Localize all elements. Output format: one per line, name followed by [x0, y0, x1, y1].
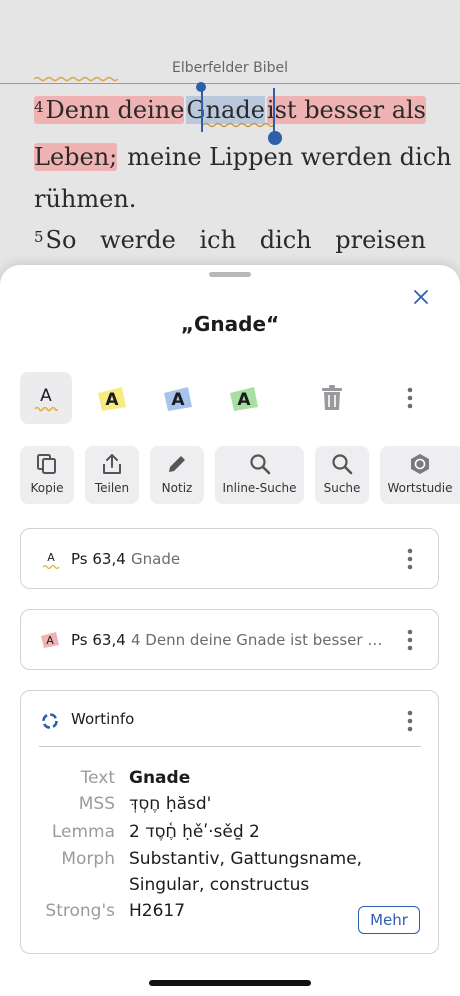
highlight-green-icon: A: [230, 387, 258, 411]
underline-squiggle: [203, 122, 273, 128]
pencil-icon: [169, 456, 185, 472]
search-icon: [332, 454, 353, 475]
verse-number: 4: [34, 98, 44, 116]
bible-reader: Elberfelder Bibel 4Denn deine Gnade ist …: [0, 0, 460, 300]
annotation-card-underline[interactable]: A Ps 63,4 Gnade: [20, 528, 439, 589]
wortinfo-value: Substantiv, Gattungsname,: [129, 849, 363, 869]
wortinfo-label: Strong's: [45, 901, 115, 921]
wortinfo-label: Text: [80, 768, 115, 788]
wortinfo-value: H2617: [129, 901, 186, 921]
wortinfo-value: Singular, constructus: [129, 875, 310, 895]
highlight-yellow-icon: A: [98, 387, 126, 411]
more-vertical-icon: [407, 387, 413, 409]
highlight-blue-button[interactable]: A: [152, 372, 204, 424]
bible-title: Elberfelder Bibel: [171, 60, 288, 76]
wortinfo-label: MSS: [78, 794, 115, 814]
wortinfo-divider: [39, 746, 421, 747]
close-icon[interactable]: [410, 286, 432, 308]
underline-a-icon: A: [42, 551, 60, 570]
wortinfo-title: Wortinfo: [71, 710, 135, 728]
copy-button[interactable]: Kopie: [20, 446, 74, 504]
annotation-card-highlight[interactable]: A Ps 63,4 4 Denn deine Gnade ist besser …: [20, 609, 439, 670]
underline-squiggle: [34, 76, 118, 82]
wortinfo-label: Lemma: [51, 822, 115, 842]
wortinfo-card: Wortinfo Text Gnade MSS חֶסְדְּ ḥăsd' Le…: [20, 690, 439, 954]
svg-text:A: A: [46, 634, 54, 647]
selection-start-handle[interactable]: [196, 82, 206, 92]
more-vertical-icon[interactable]: [407, 710, 413, 732]
wortinfo-value: 2 חֶ֫סֶד ḥěʹ·sěḏ 2: [129, 822, 260, 842]
title-divider: [0, 83, 460, 84]
card-snippet: Gnade: [131, 550, 181, 568]
highlight-green-button[interactable]: A: [218, 372, 270, 424]
verse-5-line-1[interactable]: 5So werde ich dich preisen: [34, 226, 426, 254]
underline-a-icon: A: [34, 386, 58, 412]
svg-text:A: A: [40, 386, 52, 406]
wortinfo-label: Morph: [61, 849, 115, 869]
card-snippet: 4 Denn deine Gnade ist besser a…: [131, 631, 385, 649]
more-button[interactable]: Mehr: [358, 906, 420, 934]
card-reference: Ps 63,4: [71, 550, 126, 568]
wortinfo-value: חֶסְדְּ ḥăsd': [129, 794, 212, 814]
note-button[interactable]: Notiz: [150, 446, 204, 504]
svg-text:A: A: [171, 390, 185, 410]
highlight-red-icon: A: [41, 632, 59, 648]
word-study-icon: [411, 454, 429, 474]
underline-style-button[interactable]: A: [20, 372, 72, 424]
card-reference: Ps 63,4: [71, 631, 126, 649]
word-study-button[interactable]: Wortstudie: [380, 446, 460, 504]
sheet-grabber[interactable]: [209, 272, 251, 277]
more-options-button[interactable]: [384, 372, 436, 424]
copy-icon: [37, 454, 56, 474]
wortinfo-icon: [42, 713, 58, 729]
highlight-blue-icon: A: [164, 387, 192, 411]
search-icon: [249, 454, 270, 475]
inline-search-button[interactable]: Inline-Suche: [215, 446, 304, 504]
delete-highlight-button[interactable]: [306, 372, 358, 424]
highlight-yellow-button[interactable]: A: [86, 372, 138, 424]
verse-number: 5: [34, 228, 44, 246]
more-vertical-icon[interactable]: [407, 548, 413, 570]
svg-text:A: A: [237, 390, 251, 410]
more-vertical-icon[interactable]: [407, 629, 413, 651]
share-icon: [103, 454, 121, 474]
sheet-title: „Gnade“: [180, 312, 280, 336]
wortinfo-value: Gnade: [129, 768, 191, 788]
share-button[interactable]: Teilen: [85, 446, 139, 504]
trash-icon: [322, 385, 342, 410]
search-button[interactable]: Suche: [315, 446, 369, 504]
verse-4-line-2[interactable]: Leben; meine Lippen werden dich: [34, 143, 452, 171]
svg-text:A: A: [105, 390, 119, 410]
svg-text:A: A: [47, 551, 55, 564]
verse-4-line-3[interactable]: rühmen.: [34, 185, 426, 213]
home-indicator[interactable]: [149, 980, 311, 986]
selection-end-handle[interactable]: [268, 131, 282, 145]
